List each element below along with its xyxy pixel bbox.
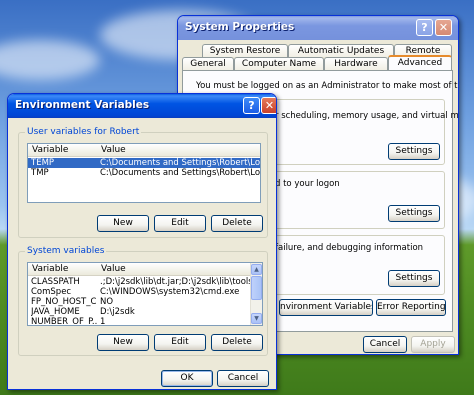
column-variable[interactable]: Variable	[32, 145, 68, 155]
user-profiles-description: d to your logon	[275, 179, 340, 189]
list-header: Variable Value	[28, 263, 262, 276]
startup-recovery-settings-button[interactable]: Settings	[388, 270, 440, 287]
tab-automatic-updates[interactable]: Automatic Updates	[288, 44, 394, 57]
user-variables-list[interactable]: Variable Value TEMP C:\Documents and Set…	[27, 143, 261, 203]
desktop-cloud	[0, 40, 100, 80]
column-value[interactable]: Value	[101, 264, 126, 274]
ok-button[interactable]: OK	[161, 370, 213, 387]
window-title: System Properties	[185, 21, 295, 33]
apply-button[interactable]: Apply	[411, 336, 455, 353]
scroll-thumb[interactable]	[251, 276, 262, 300]
environment-variables-titlebar[interactable]: Environment Variables ? ✕	[8, 94, 276, 118]
system-variables-list[interactable]: Variable Value CLASSPATH .;D:\j2sdk\lib\…	[27, 262, 263, 326]
performance-description: r scheduling, memory usage, and virtual …	[275, 111, 459, 121]
vertical-scrollbar[interactable]: ▲ ▼	[250, 263, 262, 325]
tab-advanced[interactable]: Advanced	[388, 55, 452, 70]
system-delete-button[interactable]: Delete	[211, 334, 263, 351]
tab-general[interactable]: General	[182, 57, 234, 70]
performance-settings-button[interactable]: Settings	[388, 143, 440, 160]
list-item[interactable]: NUMBER_OF_P... 1	[28, 317, 262, 325]
tab-system-restore[interactable]: System Restore	[202, 44, 288, 57]
user-profiles-settings-button[interactable]: Settings	[388, 205, 440, 222]
error-reporting-button[interactable]: Error Reporting	[376, 299, 446, 316]
list-item[interactable]: CLASSPATH .;D:\j2sdk\lib\dt.jar;D:\j2sdk…	[28, 277, 262, 287]
user-delete-button[interactable]: Delete	[211, 215, 263, 232]
scroll-down-icon[interactable]: ▼	[251, 313, 262, 324]
help-icon[interactable]: ?	[416, 19, 433, 36]
environment-variables-window: Environment Variables ? ✕ User variables…	[7, 93, 277, 390]
user-new-button[interactable]: New	[97, 215, 149, 232]
admin-notice: You must be logged on as an Administrato…	[196, 81, 458, 91]
user-variables-label: User variables for Robert	[25, 127, 142, 137]
cancel-button[interactable]: Cancel	[363, 336, 407, 353]
tab-computer-name[interactable]: Computer Name	[234, 57, 324, 70]
list-header: Variable Value	[28, 144, 260, 157]
startup-recovery-description: failure, and debugging information	[275, 243, 424, 253]
list-item[interactable]: TEMP C:\Documents and Settings\Robert\Lo…	[28, 158, 260, 168]
column-variable[interactable]: Variable	[32, 264, 68, 274]
user-edit-button[interactable]: Edit	[154, 215, 206, 232]
system-edit-button[interactable]: Edit	[154, 334, 206, 351]
window-title: Environment Variables	[15, 99, 150, 111]
list-item[interactable]: ComSpec C:\WINDOWS\system32\cmd.exe	[28, 287, 262, 297]
cancel-button[interactable]: Cancel	[217, 370, 269, 387]
tab-hardware[interactable]: Hardware	[324, 57, 388, 70]
close-icon[interactable]: ✕	[261, 97, 276, 114]
list-item[interactable]: TMP C:\Documents and Settings\Robert\Loc…	[28, 168, 260, 178]
help-icon[interactable]: ?	[243, 97, 260, 114]
environment-variables-button[interactable]: nvironment Variables	[279, 299, 373, 316]
system-new-button[interactable]: New	[97, 334, 149, 351]
list-item[interactable]: FP_NO_HOST_C... NO	[28, 297, 262, 307]
system-properties-titlebar[interactable]: System Properties ? ✕	[178, 16, 458, 40]
column-value[interactable]: Value	[101, 145, 126, 155]
system-variables-label: System variables	[25, 246, 107, 256]
list-item[interactable]: JAVA_HOME D:\j2sdk	[28, 307, 262, 317]
scroll-up-icon[interactable]: ▲	[251, 264, 262, 275]
close-icon[interactable]: ✕	[435, 19, 452, 36]
